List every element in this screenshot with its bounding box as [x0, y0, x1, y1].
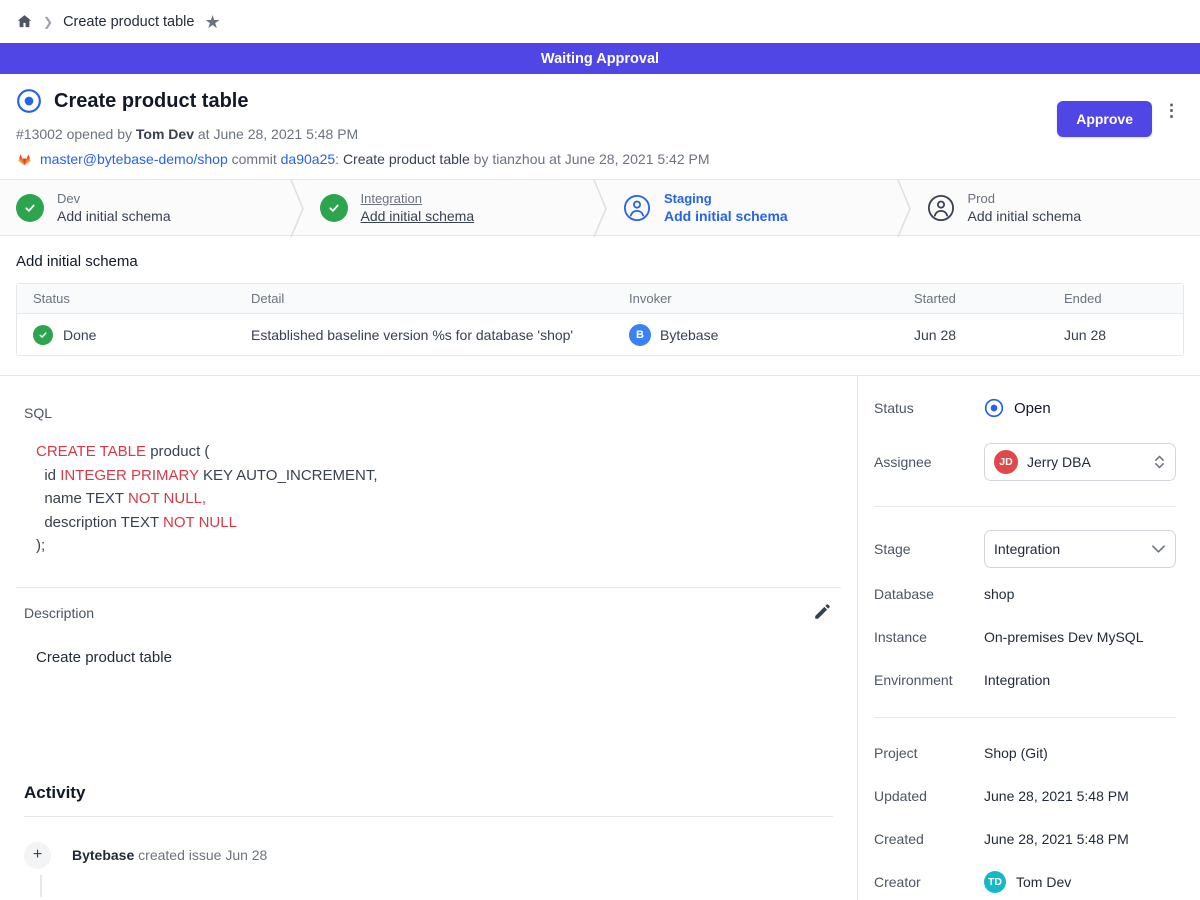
bytebase-avatar: B [629, 324, 651, 346]
pipeline-stage-staging[interactable]: StagingAdd initial schema [607, 180, 897, 235]
pipeline-stage-integration[interactable]: IntegrationAdd initial schema [304, 180, 594, 235]
activity-actor: Bytebase [72, 847, 134, 863]
stage-value: Integration [994, 541, 1143, 557]
description-text: Create product table [36, 649, 833, 666]
chevron-down-icon [1152, 545, 1165, 553]
done-check-icon [33, 325, 53, 345]
activity-heading: Activity [24, 783, 833, 803]
home-icon[interactable] [16, 13, 33, 30]
stage-separator [593, 180, 607, 235]
open-status-icon [984, 398, 1004, 418]
created-value: June 28, 2021 5:48 PM [984, 831, 1129, 847]
divider [16, 587, 841, 588]
database-label: Database [874, 586, 984, 602]
stage-done-icon [16, 194, 44, 222]
task-started: Jun 28 [898, 327, 1048, 343]
more-options-icon[interactable]: ⋮ [1163, 107, 1180, 115]
col-detail: Detail [235, 291, 613, 306]
favorite-star-icon[interactable]: ★ [204, 13, 220, 31]
main-content: SQL CREATE TABLE product ( id INTEGER PR… [0, 376, 858, 900]
pipeline-stage-prod[interactable]: ProdAdd initial schema [911, 180, 1200, 235]
status-banner: Waiting Approval [0, 43, 1200, 74]
commit-hash-link[interactable]: da90a25 [281, 151, 336, 167]
environment-label: Environment [874, 672, 984, 688]
assignee-select[interactable]: JD Jerry DBA [984, 443, 1176, 481]
created-label: Created [874, 831, 984, 847]
instance-value[interactable]: On-premises Dev MySQL [984, 629, 1143, 645]
task-detail: Established baseline version %s for data… [235, 327, 613, 343]
edit-pencil-icon[interactable] [813, 603, 831, 624]
jerry-avatar: JD [994, 450, 1018, 474]
issue-meta: #13002 opened by Tom Dev at June 28, 202… [16, 126, 1184, 142]
task-invoker: Bytebase [660, 327, 718, 343]
activity-item: + Bytebase created issue Jun 28 [24, 842, 833, 869]
stage-pipeline: DevAdd initial schema IntegrationAdd ini… [0, 179, 1200, 236]
issue-header: Create product table #13002 opened by To… [0, 74, 1200, 179]
col-status: Status [17, 291, 235, 306]
stage-label: Stage [874, 541, 984, 557]
creator-label: Creator [874, 874, 984, 890]
assignee-label: Assignee [874, 454, 984, 470]
database-value[interactable]: shop [984, 586, 1014, 602]
commit-message: Create product table [343, 151, 470, 167]
stage-pending-person-icon [623, 194, 651, 222]
task-status: Done [63, 327, 96, 343]
instance-label: Instance [874, 629, 984, 645]
updated-value: June 28, 2021 5:48 PM [984, 788, 1129, 804]
gitlab-icon [16, 151, 33, 167]
stage-separator [290, 180, 304, 235]
banner-text: Waiting Approval [541, 51, 659, 67]
sidebar-divider [874, 717, 1176, 718]
updown-chevron-icon [1154, 454, 1165, 470]
stage-done-icon [320, 194, 348, 222]
col-ended: Ended [1048, 291, 1183, 306]
page-title: Create product table [54, 90, 248, 113]
branch-link[interactable]: master@bytebase-demo/shop [40, 151, 228, 167]
sql-code: CREATE TABLE product ( id INTEGER PRIMAR… [36, 440, 833, 558]
assignee-value: Jerry DBA [1027, 454, 1145, 470]
issue-id: #13002 [16, 126, 63, 142]
creator-value: Tom Dev [1016, 874, 1071, 890]
project-value[interactable]: Shop (Git) [984, 745, 1048, 761]
activity-timeline-line [40, 875, 42, 897]
pipeline-stage-dev[interactable]: DevAdd initial schema [0, 180, 290, 235]
breadcrumb-title: Create product table [63, 14, 194, 30]
project-label: Project [874, 745, 984, 761]
stage-select[interactable]: Integration [984, 530, 1176, 568]
description-label: Description [24, 605, 94, 621]
updated-label: Updated [874, 788, 984, 804]
sidebar-divider [874, 506, 1176, 507]
col-started: Started [898, 291, 1048, 306]
activity-action: created issue Jun 28 [134, 847, 267, 863]
issue-open-icon [16, 88, 42, 114]
approve-button[interactable]: Approve [1057, 101, 1152, 137]
chevron-right-icon: ❯ [43, 15, 53, 29]
task-heading: Add initial schema [16, 253, 1184, 270]
task-table: Status Detail Invoker Started Ended Done… [16, 283, 1184, 356]
stage-separator [897, 180, 911, 235]
sql-label: SQL [24, 405, 833, 421]
environment-value[interactable]: Integration [984, 672, 1050, 688]
table-row: Done Established baseline version %s for… [17, 314, 1183, 355]
col-invoker: Invoker [613, 291, 898, 306]
stage-pending-person-icon [927, 194, 955, 222]
commit-line: master@bytebase-demo/shop commit da90a25… [16, 151, 1184, 167]
status-value: Open [1014, 400, 1051, 417]
status-label: Status [874, 400, 984, 416]
task-ended: Jun 28 [1048, 327, 1183, 343]
issue-author: Tom Dev [136, 126, 194, 142]
tom-avatar: TD [984, 871, 1006, 893]
plus-icon: + [24, 842, 51, 869]
issue-sidebar: Status Open Assignee JD Jerry DBA Stage … [858, 376, 1200, 900]
divider [24, 816, 833, 817]
breadcrumb: ❯ Create product table ★ [0, 0, 1200, 43]
task-section: Add initial schema Status Detail Invoker… [0, 253, 1200, 356]
